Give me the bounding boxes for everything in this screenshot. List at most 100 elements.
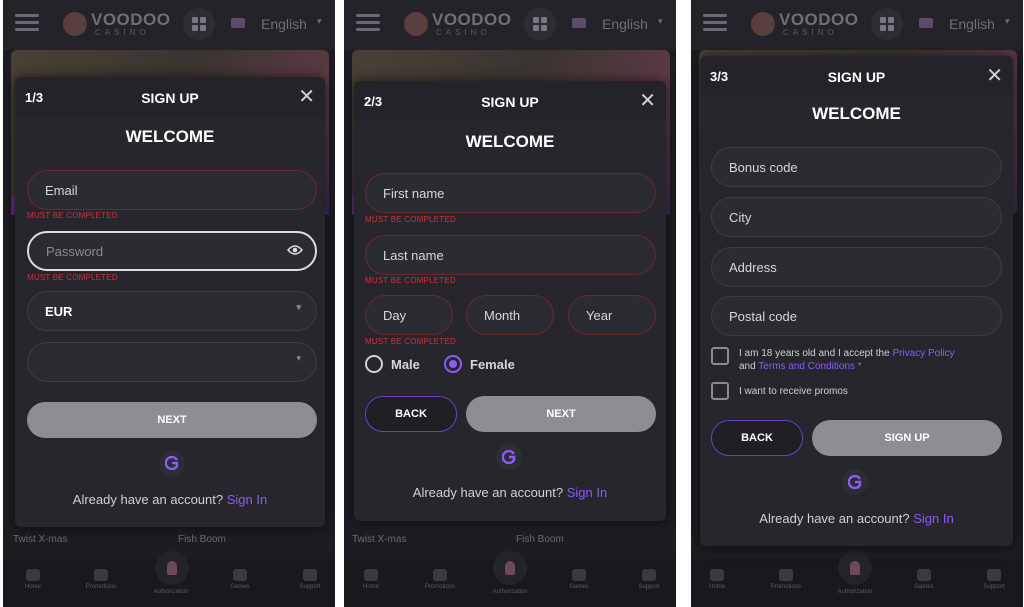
top-bar: VOODOO CASINO English ▾ [344,0,676,50]
back-button[interactable]: BACK [365,396,457,432]
year-field[interactable]: Year [568,295,656,335]
google-signin-button[interactable] [496,444,522,470]
back-button[interactable]: BACK [711,420,803,456]
close-icon[interactable]: ✕ [298,84,315,109]
uk-flag-icon [919,18,933,28]
nav-promotions[interactable]: Promotions [761,569,811,590]
nav-support[interactable]: Support [969,569,1019,590]
signin-link[interactable]: Sign In [913,511,953,526]
signin-link[interactable]: Sign In [227,492,267,507]
currency-select[interactable]: EUR ▾ [27,291,317,331]
voodoo-logo-icon [404,12,428,36]
first-name-field[interactable]: First name [365,173,656,213]
password-field[interactable]: Password [27,231,317,271]
language-selector[interactable]: English [949,16,995,32]
nav-home[interactable]: Home [692,569,742,590]
radio-unselected-icon [365,355,383,373]
nav-games[interactable]: Games [215,569,265,590]
modal-header: 2/3 SIGN UP ✕ [354,81,666,121]
logo[interactable]: VOODOO CASINO [751,10,861,40]
terms-and: and [739,361,756,372]
user-icon[interactable] [493,551,527,585]
terms-text: I am 18 years old and I accept the Priva… [739,347,955,373]
user-icon[interactable] [155,551,189,585]
next-button[interactable]: NEXT [27,402,317,438]
close-icon[interactable]: ✕ [986,63,1003,88]
country-select[interactable]: ▾ [27,342,317,382]
nav-label: Promotions [85,584,117,590]
chevron-down-icon: ▾ [658,16,663,26]
nav-label: Promotions [770,584,802,590]
signup-modal: 2/3 SIGN UP ✕ WELCOME First name MUST BE… [354,81,666,521]
last-name-field[interactable]: Last name [365,235,656,275]
day-field[interactable]: Day [365,295,453,335]
language-selector[interactable]: English [602,16,648,32]
privacy-policy-link[interactable]: Privacy Policy [892,348,954,359]
nav-label: Games [569,584,589,590]
terms-checkbox-row[interactable]: I am 18 years old and I accept the Priva… [711,347,1001,373]
nav-promotions[interactable]: Promotions [76,569,126,590]
nav-label: Home [708,584,725,590]
google-signin-button[interactable] [159,450,185,476]
nav-home[interactable]: Home [346,569,396,590]
logo-text: VOODOO [779,10,859,29]
logo-text: VOODOO [91,10,171,29]
already-text: Already have an account? [72,492,224,507]
signup-submit-button[interactable]: SIGN UP [812,420,1002,456]
nav-support[interactable]: Support [624,569,674,590]
menu-icon[interactable] [15,14,39,32]
modal-title: SIGN UP [481,94,539,110]
gender-male-option[interactable]: Male [365,355,420,373]
signin-prompt: Already have an account? Sign In [15,492,325,507]
required-mark: * [857,361,862,372]
promos-checkbox[interactable] [711,382,729,400]
address-placeholder: Address [729,259,777,275]
games-grid-button[interactable] [871,8,903,40]
menu-icon[interactable] [356,14,380,32]
signup-modal: 1/3 SIGN UP ✕ WELCOME Email MUST BE COMP… [15,77,325,527]
signup-screen-step-2: VOODOO CASINO English ▾ Twist X-mas Fish… [344,0,676,607]
logo[interactable]: VOODOO CASINO [404,10,514,40]
bottom-nav: Home Promotions Authorization Games Supp… [691,551,1023,607]
signin-link[interactable]: Sign In [567,485,607,500]
promos-checkbox-row[interactable]: I want to receive promos [711,382,1001,400]
nav-support[interactable]: Support [285,569,335,590]
google-signin-button[interactable] [842,469,868,495]
games-grid-button[interactable] [183,8,215,40]
email-field[interactable]: Email [27,170,317,210]
menu-icon[interactable] [703,14,727,32]
chevron-down-icon: ▾ [296,353,301,363]
modal-title: SIGN UP [827,69,886,85]
postal-code-field[interactable]: Postal code [711,296,1002,336]
nav-games[interactable]: Games [554,569,604,590]
games-grid-button[interactable] [524,8,556,40]
nav-authorization[interactable]: Authorization [830,589,880,595]
first-name-placeholder: First name [383,185,445,201]
terms-checkbox[interactable] [711,347,729,365]
close-icon[interactable]: ✕ [639,88,656,113]
month-field[interactable]: Month [466,295,554,335]
nav-label: Authorization [153,589,189,595]
nav-games[interactable]: Games [899,569,949,590]
google-icon [502,450,516,464]
nav-label: Home [24,584,41,590]
terms-link[interactable]: Terms and Conditions [758,361,855,372]
modal-header: 3/3 SIGN UP ✕ [700,56,1013,96]
postal-code-placeholder: Postal code [729,308,797,324]
city-field[interactable]: City [711,197,1002,237]
logo[interactable]: VOODOO CASINO [63,10,173,40]
nav-authorization[interactable]: Authorization [146,589,196,595]
user-icon[interactable] [838,551,872,585]
grid-icon [533,17,547,31]
language-selector[interactable]: English [261,16,307,32]
address-field[interactable]: Address [711,247,1002,287]
nav-promotions[interactable]: Promotions [415,569,465,590]
bonus-code-field[interactable]: Bonus code [711,147,1002,187]
gender-female-option[interactable]: Female [444,355,515,373]
next-button[interactable]: NEXT [466,396,656,432]
eye-icon[interactable] [287,244,303,256]
nav-label: Home [362,584,379,590]
nav-home[interactable]: Home [8,569,58,590]
nav-authorization[interactable]: Authorization [485,589,535,595]
nav-label: Authorization [837,589,873,595]
